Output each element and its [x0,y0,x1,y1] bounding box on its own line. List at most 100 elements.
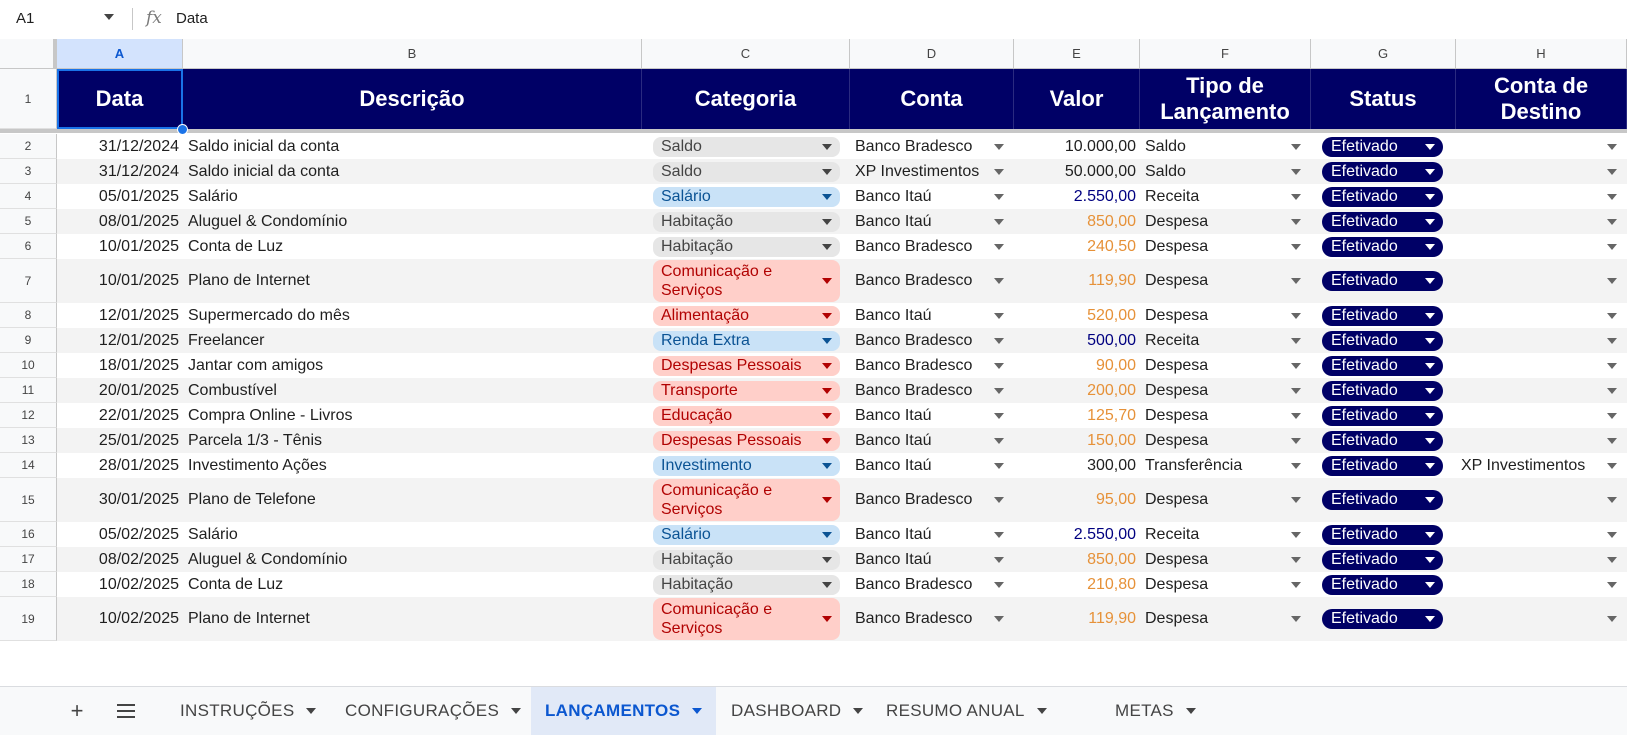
destination-account-cell[interactable] [1456,478,1627,522]
dropdown-arrow-icon[interactable] [1291,168,1301,175]
status-chip[interactable]: Efetivado [1322,271,1443,291]
description-cell[interactable]: Salário [183,522,642,547]
dropdown-arrow-icon[interactable] [994,143,1004,150]
row-header[interactable]: 6 [0,234,57,259]
dropdown-arrow-icon[interactable] [1291,312,1301,319]
header-cell-b[interactable]: Descrição [183,69,642,129]
dropdown-arrow-icon[interactable] [994,437,1004,444]
date-cell[interactable]: 12/01/2025 [57,328,183,353]
date-cell[interactable]: 08/01/2025 [57,209,183,234]
dropdown-arrow-icon[interactable] [994,278,1004,284]
description-cell[interactable]: Plano de Internet [183,259,642,303]
status-chip[interactable]: Efetivado [1322,609,1443,629]
category-cell[interactable]: Habitação [642,209,850,234]
category-chip[interactable]: Transporte [653,380,840,401]
row-header[interactable]: 13 [0,428,57,453]
date-cell[interactable]: 28/01/2025 [57,453,183,478]
dropdown-arrow-icon[interactable] [1291,581,1301,588]
status-cell[interactable]: Efetivado [1311,209,1456,234]
status-chip[interactable]: Efetivado [1322,236,1443,257]
dropdown-arrow-icon[interactable] [994,462,1004,469]
chevron-down-icon[interactable] [822,497,832,503]
account-cell[interactable]: Banco Itaú [850,209,1014,234]
status-chip[interactable]: Efetivado [1322,186,1443,207]
dropdown-arrow-icon[interactable] [1607,243,1617,250]
account-cell[interactable]: Banco Itaú [850,428,1014,453]
entry-type-cell[interactable]: Receita [1140,522,1311,547]
dropdown-arrow-icon[interactable] [1607,362,1617,369]
chevron-down-icon[interactable] [1425,243,1435,250]
destination-account-cell[interactable] [1456,428,1627,453]
dropdown-arrow-icon[interactable] [1291,462,1301,469]
dropdown-arrow-icon[interactable] [1291,243,1301,250]
dropdown-arrow-icon[interactable] [1291,337,1301,344]
name-box[interactable]: A1 [16,10,116,30]
chevron-down-icon[interactable] [1425,462,1435,469]
entry-type-cell[interactable]: Receita [1140,328,1311,353]
dropdown-arrow-icon[interactable] [1291,497,1301,503]
dropdown-arrow-icon[interactable] [994,243,1004,250]
dropdown-arrow-icon[interactable] [1607,412,1617,419]
dropdown-arrow-icon[interactable] [994,412,1004,419]
category-chip[interactable]: Habitação [653,549,840,570]
destination-account-cell[interactable] [1456,303,1627,328]
dropdown-arrow-icon[interactable] [1291,362,1301,369]
dropdown-arrow-icon[interactable] [994,616,1004,622]
chevron-down-icon[interactable] [1425,337,1435,344]
dropdown-arrow-icon[interactable] [994,581,1004,588]
value-cell[interactable]: 2.550,00 [1014,184,1140,209]
description-cell[interactable]: Supermercado do mês [183,303,642,328]
date-cell[interactable]: 22/01/2025 [57,403,183,428]
account-cell[interactable]: Banco Bradesco [850,478,1014,522]
chevron-down-icon[interactable] [822,362,832,369]
status-chip[interactable]: Efetivado [1322,455,1443,476]
entry-type-cell[interactable]: Transferência [1140,453,1311,478]
sheet-tab-lan-amentos[interactable]: LANÇAMENTOS [531,687,717,735]
category-chip[interactable]: Habitação [653,574,840,595]
chevron-down-icon[interactable] [1425,437,1435,444]
menu-icon[interactable] [106,687,146,735]
category-chip[interactable]: Comunicação e Serviços [653,479,840,521]
header-cell-g[interactable]: Status [1311,69,1456,129]
status-cell[interactable]: Efetivado [1311,134,1456,159]
chevron-down-icon[interactable] [822,193,832,200]
category-chip[interactable]: Saldo [653,161,840,182]
dropdown-arrow-icon[interactable] [1291,616,1301,622]
dropdown-arrow-icon[interactable] [1291,556,1301,563]
status-cell[interactable]: Efetivado [1311,303,1456,328]
dropdown-arrow-icon[interactable] [1607,193,1617,200]
select-all-corner[interactable] [0,39,57,68]
chevron-down-icon[interactable] [822,312,832,319]
status-chip[interactable]: Efetivado [1322,549,1443,570]
status-chip[interactable]: Efetivado [1322,330,1443,351]
status-chip[interactable]: Efetivado [1322,305,1443,326]
value-cell[interactable]: 90,00 [1014,353,1140,378]
status-cell[interactable]: Efetivado [1311,478,1456,522]
column-header-d[interactable]: D [850,39,1014,68]
dropdown-arrow-icon[interactable] [1291,193,1301,200]
dropdown-arrow-icon[interactable] [1291,143,1301,150]
category-chip[interactable]: Despesas Pessoais [653,430,840,451]
dropdown-arrow-icon[interactable] [1607,337,1617,344]
chevron-down-icon[interactable] [822,387,832,394]
row-header[interactable]: 8 [0,303,57,328]
category-cell[interactable]: Saldo [642,159,850,184]
account-cell[interactable]: Banco Itaú [850,403,1014,428]
date-cell[interactable]: 31/12/2024 [57,134,183,159]
account-cell[interactable]: Banco Itaú [850,522,1014,547]
account-cell[interactable]: Banco Itaú [850,547,1014,572]
value-cell[interactable]: 119,90 [1014,259,1140,303]
chevron-down-icon[interactable] [822,243,832,250]
chevron-down-icon[interactable] [822,531,832,538]
status-cell[interactable]: Efetivado [1311,522,1456,547]
category-cell[interactable]: Comunicação e Serviços [642,259,850,303]
row-header[interactable]: 11 [0,378,57,403]
status-cell[interactable]: Efetivado [1311,428,1456,453]
dropdown-arrow-icon[interactable] [1291,278,1301,284]
destination-account-cell[interactable] [1456,572,1627,597]
chevron-down-icon[interactable] [822,278,832,284]
description-cell[interactable]: Aluguel & Condomínio [183,547,642,572]
dropdown-arrow-icon[interactable] [994,556,1004,563]
dropdown-arrow-icon[interactable] [1607,616,1617,622]
chevron-down-icon[interactable] [692,708,703,714]
